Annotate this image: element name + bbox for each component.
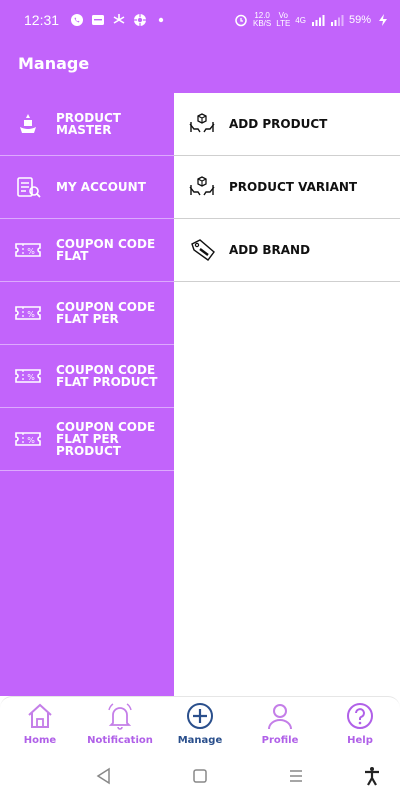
nav-home[interactable]: Home (0, 701, 80, 751)
sidebar-item-label: COUPON CODE FLAT PER PRODUCT (56, 420, 156, 458)
sidebar-item-coupon-code-flat-per[interactable]: % COUPON CODE FLAT PER (0, 282, 174, 345)
box-hands-icon (189, 176, 215, 196)
sidebar-item-my-account[interactable]: MY ACCOUNT (0, 156, 174, 219)
battery-level: 59% (348, 14, 371, 26)
back-icon[interactable] (94, 766, 114, 786)
sidebar: PRODUCT MASTER MY ACCOUNT % COUPON CODE … (0, 93, 174, 696)
nav-label: Notification (87, 735, 153, 746)
plus-circle-icon (187, 703, 213, 729)
sub-item-add-product[interactable]: ADD PRODUCT (174, 93, 400, 156)
whatsapp-icon (71, 14, 83, 26)
dot-icon (158, 17, 164, 23)
svg-text:%: % (27, 310, 35, 319)
brand-tag-icon (191, 239, 215, 261)
product-master-icon (20, 114, 36, 133)
svg-text:%: % (27, 373, 35, 382)
status-notification-icons (70, 13, 168, 27)
coupon-icon: % (15, 432, 41, 446)
nav-label: Home (23, 735, 57, 746)
recents-icon[interactable] (286, 766, 306, 786)
nav-manage[interactable]: Manage (160, 701, 240, 751)
app-header: Manage (0, 40, 400, 93)
net-speed-unit: KB/S (252, 19, 272, 28)
nav-label: Help (347, 735, 373, 746)
sidebar-item-label: COUPON CODE FLAT PER (56, 300, 156, 326)
signal-icon (311, 15, 325, 26)
nav-notification[interactable]: Notification (80, 701, 160, 751)
sidebar-item-coupon-code-flat-per-product[interactable]: % COUPON CODE FLAT PER PRODUCT (0, 408, 174, 471)
net-speed: 12.0 KB/S (253, 12, 271, 28)
sidebar-item-label: MY ACCOUNT (56, 180, 146, 194)
volte-bottom: LTE (276, 19, 291, 28)
sidebar-item-label: PRODUCT MASTER (56, 111, 121, 137)
app-icon (134, 14, 146, 26)
message-icon (92, 15, 104, 25)
volte-indicator: Vo LTE (276, 12, 290, 28)
sub-item-label: ADD PRODUCT (229, 117, 328, 131)
nav-label: Manage (177, 735, 223, 746)
sidebar-item-coupon-code-flat-product[interactable]: % COUPON CODE FLAT PRODUCT (0, 345, 174, 408)
page-title: Manage (18, 54, 90, 73)
sidebar-item-label: COUPON CODE FLAT PRODUCT (56, 363, 158, 389)
box-hands-icon (189, 113, 215, 133)
sidebar-item-label: COUPON CODE FLAT (56, 237, 156, 263)
sub-item-add-brand[interactable]: ADD BRAND (174, 219, 400, 282)
coupon-icon: % (15, 243, 41, 257)
sub-item-product-variant[interactable]: PRODUCT VARIANT (174, 156, 400, 219)
status-time: 12:31 (24, 12, 60, 28)
sub-item-label: PRODUCT VARIANT (229, 180, 358, 194)
help-icon (347, 703, 373, 729)
svg-text:%: % (27, 436, 35, 445)
sub-menu-panel: ADD PRODUCT PRODUCT VARIANT ADD BRAND (174, 93, 400, 696)
home-icon (28, 703, 52, 728)
nav-label: Profile (261, 735, 299, 746)
status-bar: 12:31 12.0 KB/S Vo LTE 4G 59% (0, 0, 400, 40)
status-system-icons: 12.0 KB/S Vo LTE 4G 59% (234, 12, 390, 28)
sub-item-label: ADD BRAND (229, 243, 311, 257)
accessibility-icon[interactable] (362, 766, 382, 786)
fan-icon (113, 14, 125, 24)
coupon-icon: % (15, 369, 41, 383)
nav-help[interactable]: Help (320, 701, 400, 751)
coupon-icon: % (15, 306, 41, 320)
bell-icon (108, 703, 132, 730)
account-icon (17, 177, 41, 198)
svg-text:%: % (27, 247, 35, 256)
system-navigation-bar (0, 752, 400, 800)
nav-profile[interactable]: Profile (240, 701, 320, 751)
home-button-icon[interactable] (190, 766, 210, 786)
sidebar-item-product-master[interactable]: PRODUCT MASTER (0, 93, 174, 156)
network-type: 4G (295, 15, 306, 25)
user-icon (268, 704, 292, 730)
sidebar-item-coupon-code-flat[interactable]: % COUPON CODE FLAT (0, 219, 174, 282)
alarm-icon (235, 14, 247, 27)
signal-icon (330, 15, 344, 26)
bottom-navigation: Home Notification Manage Profile Help (0, 696, 400, 752)
charging-icon (379, 14, 387, 26)
